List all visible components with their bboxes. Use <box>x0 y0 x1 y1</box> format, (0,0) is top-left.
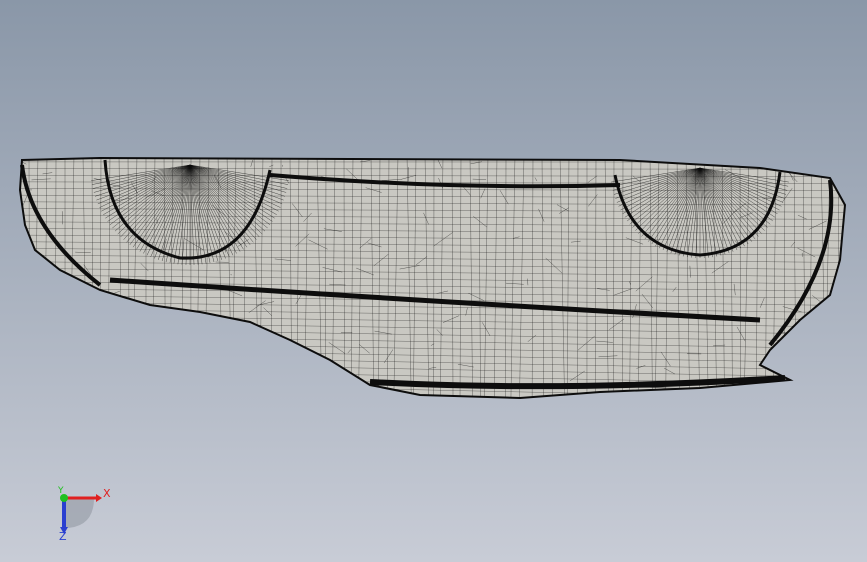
graphics-viewport[interactable]: X Y Z <box>0 0 867 562</box>
triad-y-label: Y <box>58 486 64 496</box>
triad-x-label: X <box>103 487 111 500</box>
model-scene[interactable] <box>0 0 867 562</box>
triad-z-label: Z <box>59 530 67 543</box>
